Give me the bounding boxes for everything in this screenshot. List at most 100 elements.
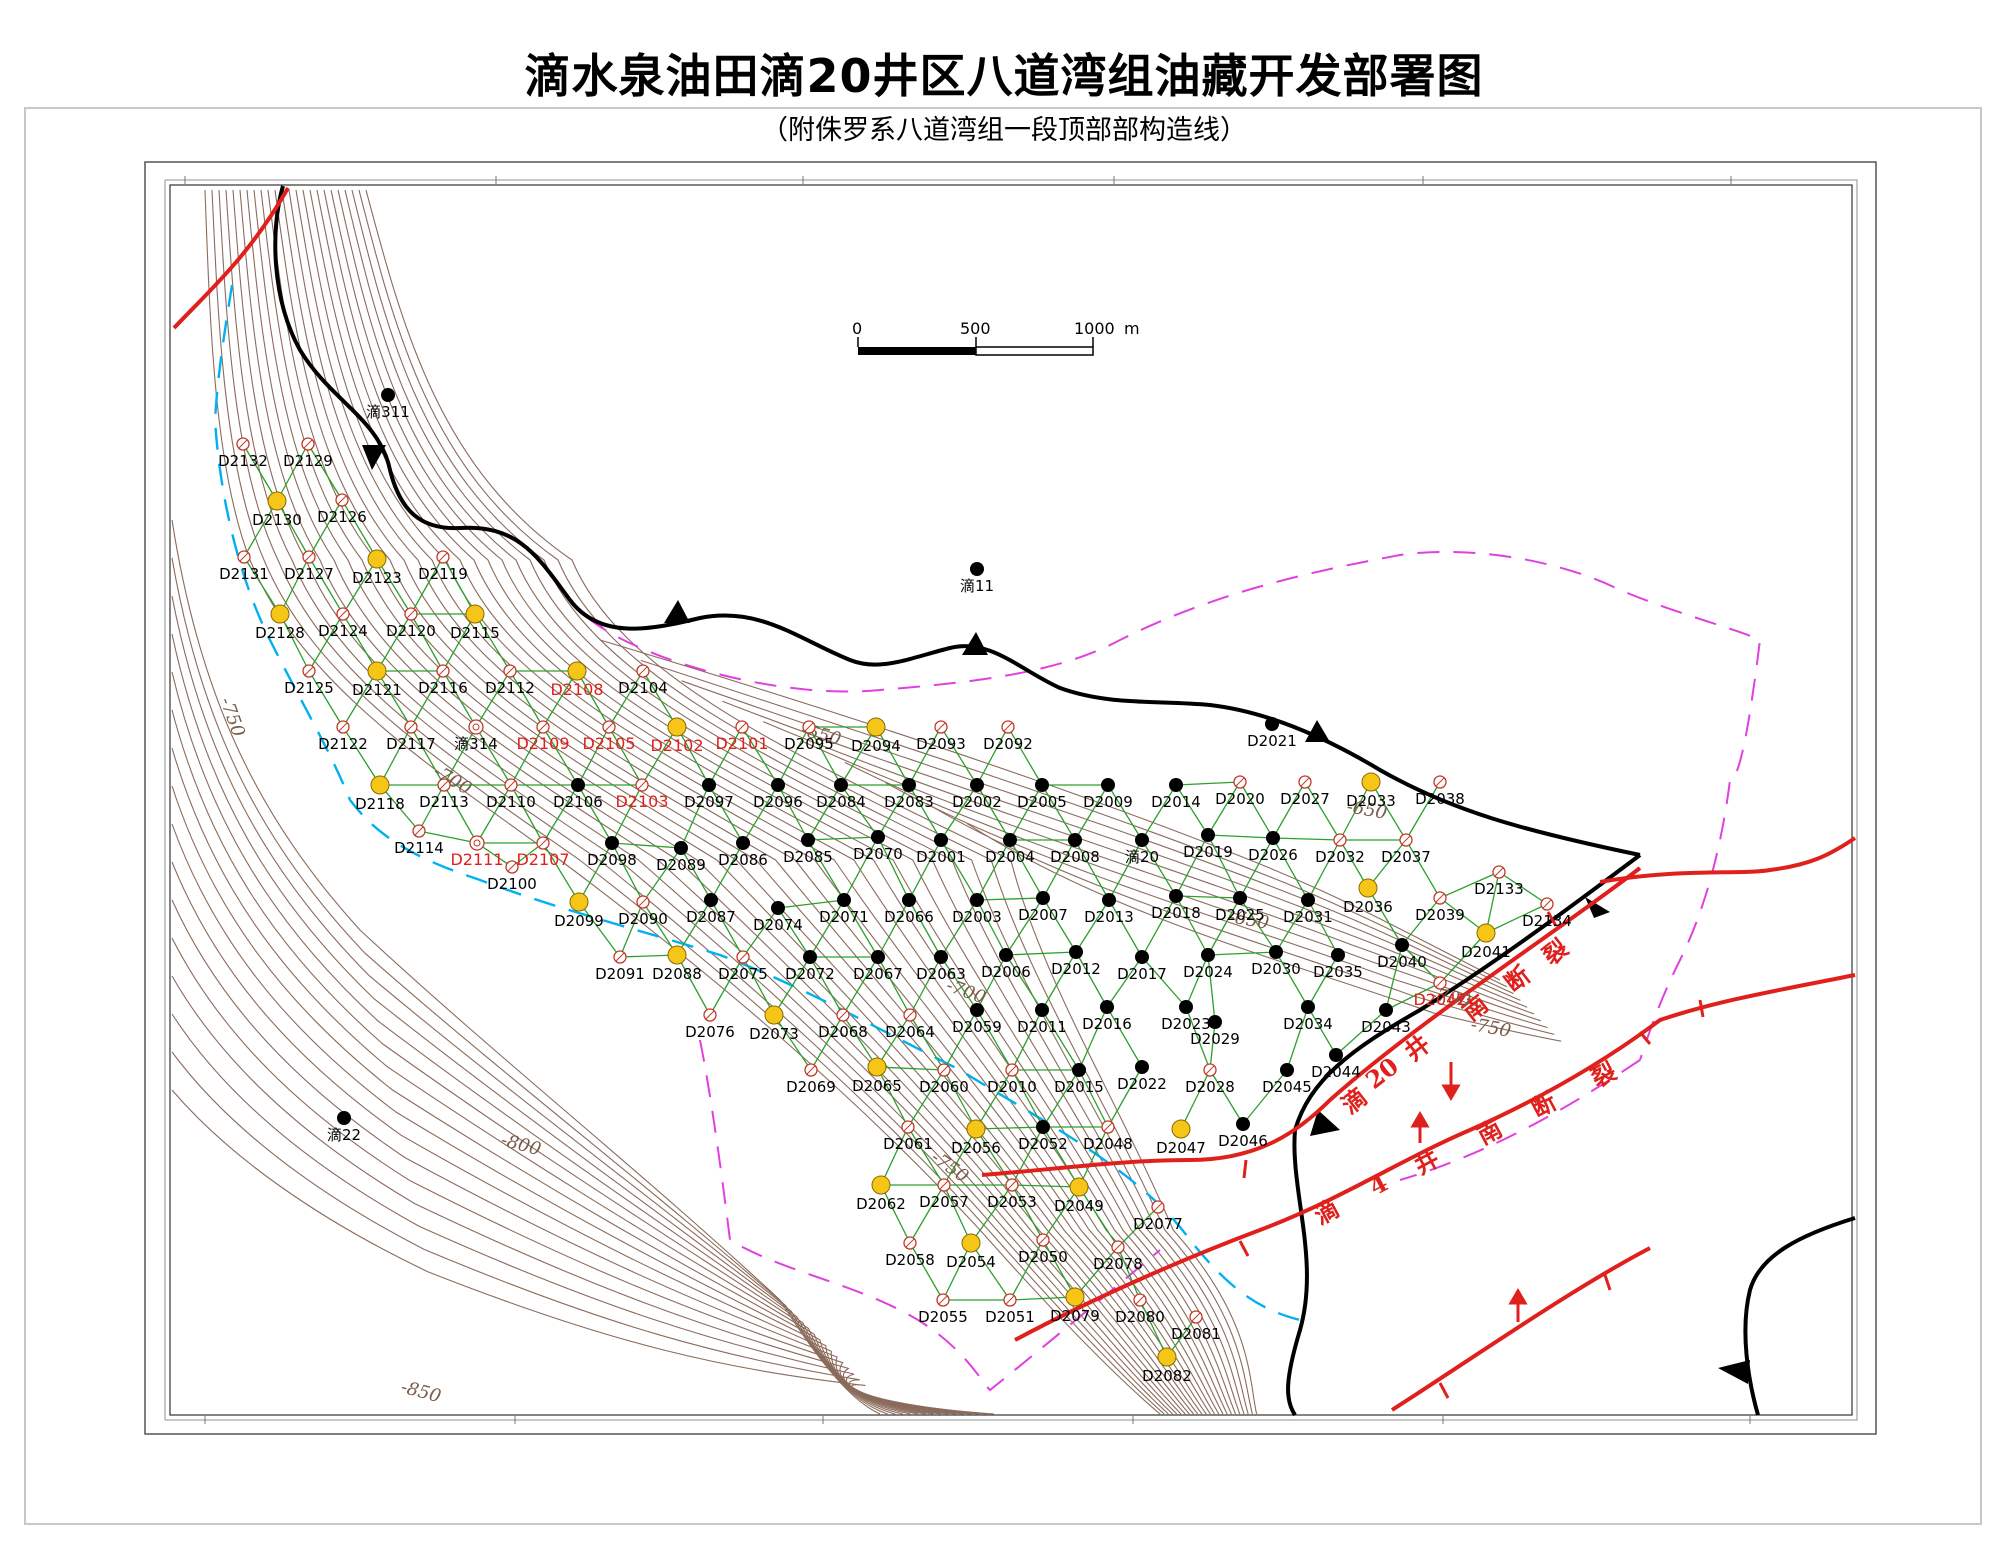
well-label: D2109 xyxy=(516,734,569,753)
producing-well-marker xyxy=(1035,778,1049,792)
boundary-south xyxy=(1286,853,1642,1417)
network-link xyxy=(243,500,278,558)
well-label: D2009 xyxy=(1083,793,1133,811)
producing-well-marker xyxy=(970,778,984,792)
producing-well-marker xyxy=(1135,1060,1149,1074)
network-link xyxy=(1367,887,1403,946)
fault-label-char: 4 xyxy=(1364,1168,1392,1201)
wells: 滴311 滴11 滴22 D2021 D2106 D2097 D2096 D2084 D2083… xyxy=(218,388,1572,1385)
producing-well-marker xyxy=(871,830,885,844)
network-link xyxy=(1005,951,1077,956)
well-label: D2092 xyxy=(983,735,1033,753)
producing-well-marker xyxy=(1169,889,1183,903)
well-label: D2132 xyxy=(218,452,268,470)
well-label: D2019 xyxy=(1183,843,1233,861)
well-label: 滴314 xyxy=(454,735,498,753)
well-label: D2079 xyxy=(1050,1307,1100,1325)
well-label: D2067 xyxy=(853,965,903,983)
well-label: D2040 xyxy=(1377,953,1427,971)
planned-well-marker xyxy=(1171,1119,1191,1139)
well-label: D2108 xyxy=(550,680,603,699)
well-label: D2050 xyxy=(1018,1248,1068,1266)
well-label: D2012 xyxy=(1051,960,1101,978)
well-label: D2128 xyxy=(255,624,305,642)
planned-well-marker xyxy=(966,1119,986,1139)
producing-well-marker xyxy=(834,778,848,792)
planned-well-marker xyxy=(1157,1347,1177,1367)
well-label: D2022 xyxy=(1117,1075,1167,1093)
producing-well-marker xyxy=(1179,1000,1193,1014)
producing-well-marker xyxy=(1135,833,1149,847)
well-label: 滴311 xyxy=(366,403,410,421)
well-label: D2060 xyxy=(919,1078,969,1096)
fault-label-d4-south: 滴 4 井 南 断 裂 xyxy=(1309,1056,1621,1230)
producing-well-marker xyxy=(902,778,916,792)
contour-line xyxy=(171,1051,987,1415)
contour-line xyxy=(171,861,949,1415)
well-label: D2056 xyxy=(951,1139,1001,1157)
well-label: D2116 xyxy=(418,679,468,697)
well-label: D2033 xyxy=(1346,792,1396,810)
scale-unit: m xyxy=(1124,319,1140,338)
producing-well-marker xyxy=(1072,1063,1086,1077)
well-label: D2111 xyxy=(450,850,503,869)
well-label: D2072 xyxy=(785,965,835,983)
producing-well-marker xyxy=(970,893,984,907)
producing-well-marker xyxy=(702,778,716,792)
scale-bar-black xyxy=(858,347,976,355)
well-label: D2043 xyxy=(1361,1018,1411,1036)
well-label: D2118 xyxy=(355,795,405,813)
planned-well-marker xyxy=(866,717,886,737)
producing-well-marker xyxy=(1208,1015,1222,1029)
well-label: D2087 xyxy=(686,908,736,926)
producing-well-marker xyxy=(771,778,785,792)
well-label: 滴20 xyxy=(1125,848,1159,866)
planned-well-marker xyxy=(1358,878,1378,898)
well-label: D2024 xyxy=(1183,963,1233,981)
producing-well-marker xyxy=(1201,828,1215,842)
producing-well-marker xyxy=(1068,833,1082,847)
producing-well-marker xyxy=(902,893,916,907)
well-label: D2064 xyxy=(885,1023,935,1041)
planned-well-marker xyxy=(867,1057,887,1077)
well-label: D2047 xyxy=(1156,1139,1206,1157)
well-label: D2031 xyxy=(1283,908,1333,926)
well-label: D2093 xyxy=(916,735,966,753)
producing-well-marker xyxy=(1269,945,1283,959)
boundary-southeast xyxy=(1743,1216,1856,1416)
producing-well-marker xyxy=(1102,893,1116,907)
well-label: D2095 xyxy=(784,735,834,753)
well-label: D2091 xyxy=(595,965,645,983)
producing-well-marker xyxy=(934,833,948,847)
well-label: D2127 xyxy=(284,565,334,583)
producing-well-marker xyxy=(1301,893,1315,907)
producing-well-marker xyxy=(1003,833,1017,847)
planned-well-marker xyxy=(667,717,687,737)
well-label: D2115 xyxy=(450,624,500,642)
well-label: D2034 xyxy=(1283,1015,1333,1033)
well-label: D2061 xyxy=(883,1135,933,1153)
producing-well-marker xyxy=(1236,1117,1250,1131)
well-label: D2016 xyxy=(1082,1015,1132,1033)
well-label: D2103 xyxy=(615,792,668,811)
well-label: D2063 xyxy=(916,965,966,983)
well-label: D2062 xyxy=(856,1195,906,1213)
well-label: D2046 xyxy=(1218,1132,1268,1150)
well-label: D2078 xyxy=(1093,1255,1143,1273)
well-label: D2086 xyxy=(718,851,768,869)
well-label: D2071 xyxy=(819,908,869,926)
network-link xyxy=(1175,781,1241,786)
producing-well-marker xyxy=(1266,831,1280,845)
well-label: D2021 xyxy=(1247,732,1297,750)
well-label: D2010 xyxy=(987,1078,1037,1096)
well-label: D2088 xyxy=(652,965,702,983)
planned-well-marker xyxy=(1069,1177,1089,1197)
planned-well-marker xyxy=(270,604,290,624)
planned-well-marker xyxy=(465,604,485,624)
well-label: D2025 xyxy=(1215,906,1265,924)
well-label: D2077 xyxy=(1133,1215,1183,1233)
producing-well-marker xyxy=(1395,938,1409,952)
well-label: D2005 xyxy=(1017,793,1067,811)
well-label: D2098 xyxy=(587,851,637,869)
producing-well-marker xyxy=(1280,1063,1294,1077)
